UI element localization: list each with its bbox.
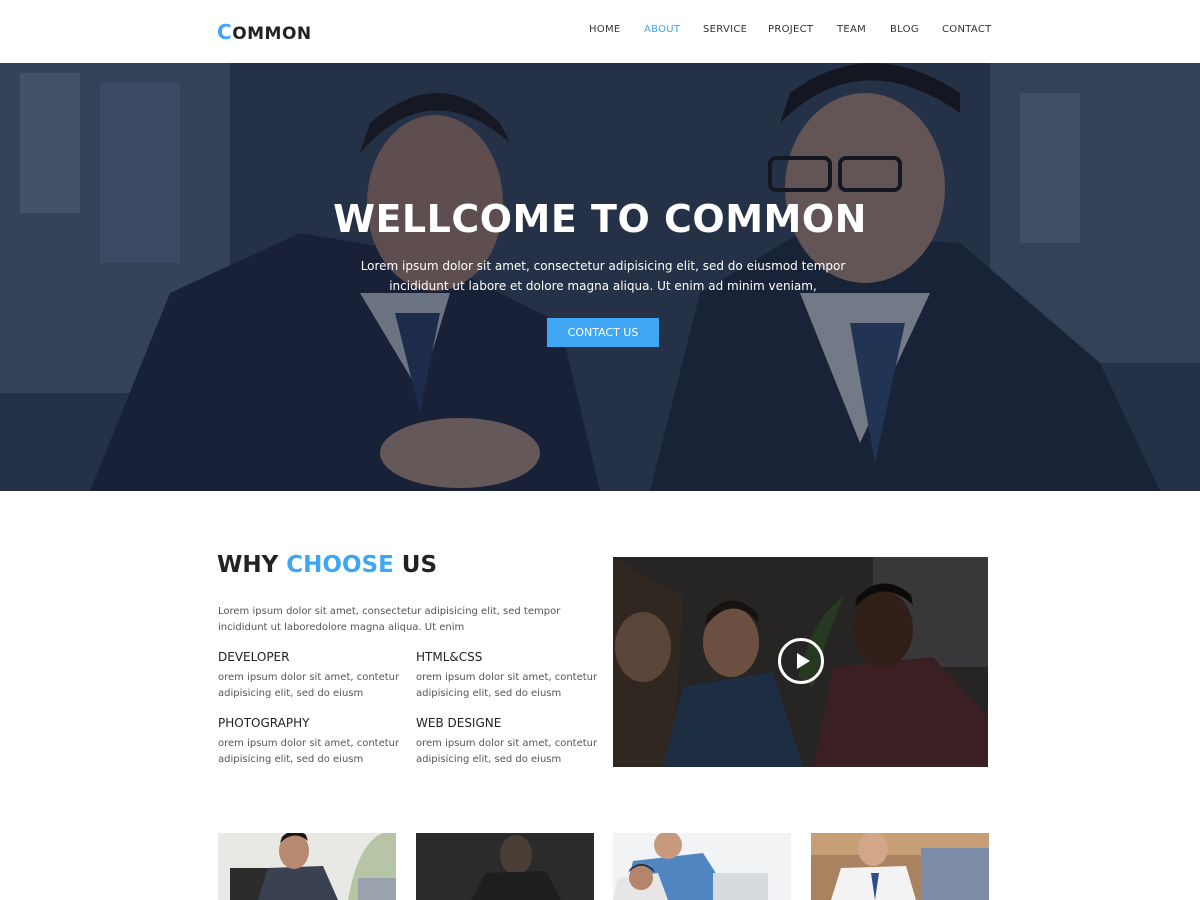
feature-text: orem ipsum dolor sit amet, contetur adip… <box>218 672 400 699</box>
video-player[interactable] <box>613 557 988 767</box>
play-icon[interactable] <box>778 638 824 684</box>
hero-text: Lorem ipsum dolor sit amet, consectetur … <box>360 259 846 293</box>
site-header: COMMON HOME ABOUT SERVICE PROJECT TEAM B… <box>0 0 1200 63</box>
thumb-image-4 <box>811 833 989 900</box>
nav-project[interactable]: PROJECT <box>768 24 813 35</box>
feature-web-design: WEB DESIGNE orem ipsum dolor sit amet, c… <box>416 716 606 768</box>
feature-html-css: HTML&CSS orem ipsum dolor sit amet, cont… <box>416 650 606 702</box>
feature-title: HTML&CSS <box>416 650 483 664</box>
gallery-thumb-1[interactable] <box>218 833 396 900</box>
nav-contact[interactable]: CONTACT <box>942 24 992 35</box>
feature-title: DEVELOPER <box>218 650 290 664</box>
thumb-image-3 <box>613 833 791 900</box>
hero-title: WELLCOME TO COMMON <box>333 197 867 241</box>
play-triangle <box>797 653 810 669</box>
why-title-part1: WHY <box>217 552 287 578</box>
feature-text: orem ipsum dolor sit amet, contetur adip… <box>218 738 400 765</box>
why-title-accent: CHOOSE <box>286 552 394 578</box>
nav-blog[interactable]: BLOG <box>890 24 919 35</box>
nav-about[interactable]: ABOUT <box>644 24 680 35</box>
feature-text: orem ipsum dolor sit amet, contetur adip… <box>416 738 598 765</box>
feature-developer: DEVELOPER orem ipsum dolor sit amet, con… <box>218 650 408 702</box>
nav-home[interactable]: HOME <box>589 24 621 35</box>
feature-photography: PHOTOGRAPHY orem ipsum dolor sit amet, c… <box>218 716 408 768</box>
why-choose-us-title: WHY CHOOSE US <box>217 552 437 578</box>
thumb-image-1 <box>218 833 396 900</box>
why-intro-text: Lorem ipsum dolor sit amet, consectetur … <box>218 606 561 633</box>
gallery-thumb-3[interactable] <box>613 833 791 900</box>
feature-title: PHOTOGRAPHY <box>218 716 310 730</box>
feature-text: orem ipsum dolor sit amet, contetur adip… <box>416 672 598 699</box>
why-title-part2: US <box>393 552 438 578</box>
nav-team[interactable]: TEAM <box>837 24 866 35</box>
feature-title: WEB DESIGNE <box>416 716 502 730</box>
gallery-thumb-4[interactable] <box>811 833 989 900</box>
gallery-thumb-2[interactable] <box>416 833 594 900</box>
hero-section: WELLCOME TO COMMON Lorem ipsum dolor sit… <box>0 63 1200 491</box>
main-nav: HOME ABOUT SERVICE PROJECT TEAM BLOG CON… <box>0 24 1200 38</box>
contact-us-button[interactable]: CONTACT US <box>547 318 659 347</box>
thumb-image-2 <box>416 833 594 900</box>
nav-service[interactable]: SERVICE <box>703 24 747 35</box>
